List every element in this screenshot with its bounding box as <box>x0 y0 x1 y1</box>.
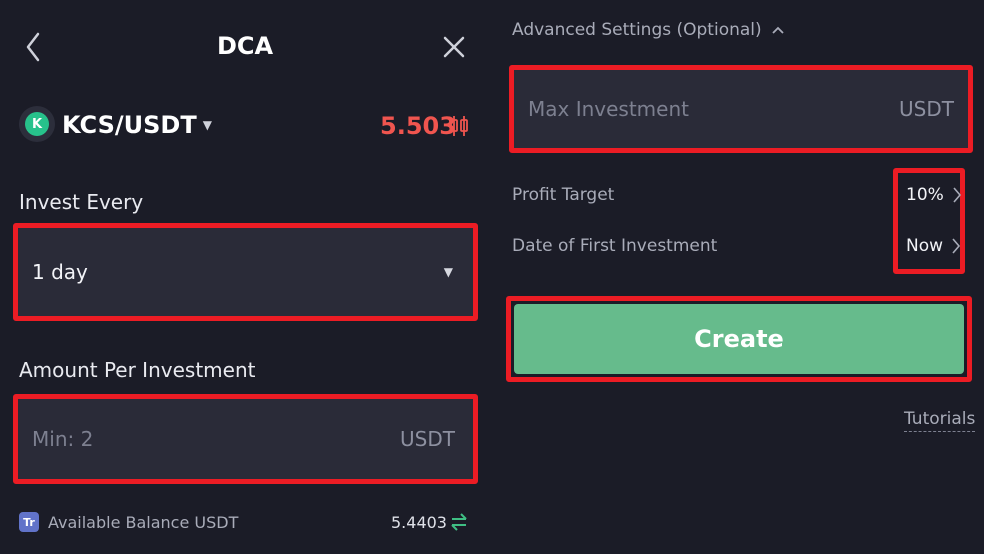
pair-selector[interactable]: KCS/USDT ▼ <box>62 111 212 139</box>
advanced-options-values: 10% Now <box>893 168 965 274</box>
dropdown-caret-icon: ▼ <box>443 265 453 279</box>
advanced-settings-panel: Advanced Settings (Optional) Max Investm… <box>500 0 984 554</box>
max-investment-unit: USDT <box>899 97 954 121</box>
amount-per-investment-label: Amount Per Investment <box>19 358 256 382</box>
available-balance-row: Tr Available Balance USDT 5.4403 <box>19 509 469 535</box>
tutorials-link[interactable]: Tutorials <box>904 409 976 432</box>
chevron-right-icon <box>953 187 961 203</box>
close-icon[interactable] <box>440 33 468 61</box>
tr-token-icon: Tr <box>19 512 39 532</box>
advanced-settings-toggle[interactable]: Advanced Settings (Optional) <box>512 20 784 40</box>
invest-every-select[interactable]: 1 day ▼ <box>13 223 478 321</box>
kline-chart-icon[interactable] <box>448 115 470 137</box>
max-investment-input[interactable]: Max Investment USDT <box>509 65 973 153</box>
swap-icon[interactable] <box>451 513 467 531</box>
first-investment-selector[interactable]: Now <box>906 236 961 256</box>
create-button-highlight: Create <box>506 296 972 382</box>
create-button[interactable]: Create <box>514 304 964 374</box>
first-investment-date-label: Date of First Investment <box>512 236 718 256</box>
available-balance-value: 5.4403 <box>391 512 447 532</box>
dca-form-panel: DCA K KCS/USDT ▼ 5.503 Invest Every 1 da… <box>0 0 490 554</box>
amount-input[interactable]: Min: 2 USDT <box>13 394 478 484</box>
profit-target-value: 10% <box>906 185 944 205</box>
invest-every-value: 1 day <box>32 260 88 284</box>
chevron-right-icon <box>952 238 961 254</box>
available-balance-label: Available Balance USDT <box>48 512 239 532</box>
invest-every-label: Invest Every <box>19 190 144 214</box>
dropdown-caret-icon: ▼ <box>202 118 212 132</box>
pair-price: 5.503 <box>380 112 456 140</box>
amount-unit: USDT <box>400 427 455 451</box>
page-title: DCA <box>216 32 274 60</box>
profit-target-label: Profit Target <box>512 185 615 205</box>
chevron-up-icon <box>772 26 784 34</box>
kcs-logo-icon: K <box>19 106 55 142</box>
profit-target-selector[interactable]: 10% <box>906 185 962 205</box>
max-investment-placeholder: Max Investment <box>528 97 689 121</box>
first-investment-value: Now <box>906 236 944 256</box>
kcs-logo-letter: K <box>25 112 49 136</box>
advanced-settings-title: Advanced Settings (Optional) <box>512 20 762 40</box>
amount-placeholder: Min: 2 <box>32 427 94 451</box>
pair-name: KCS/USDT <box>62 111 197 139</box>
